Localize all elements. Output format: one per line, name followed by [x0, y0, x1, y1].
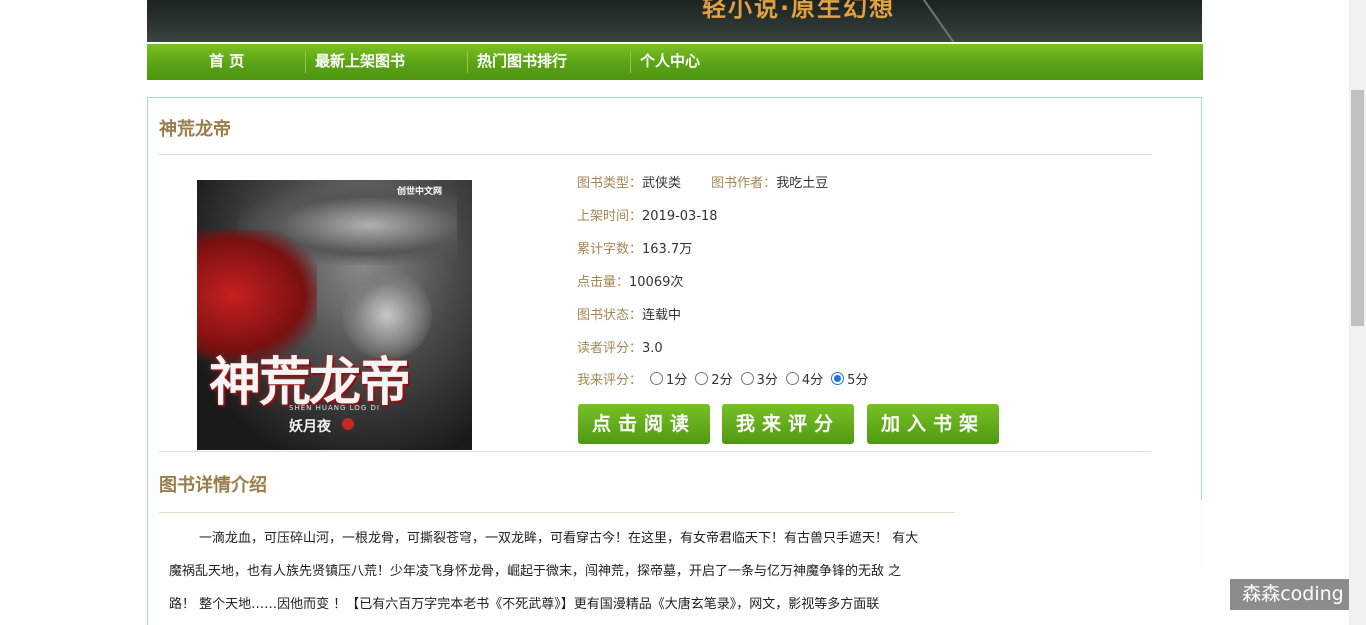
radio-icon[interactable] — [740, 372, 754, 385]
nav-divider — [630, 51, 631, 73]
rating-option-label: 5分 — [847, 373, 869, 388]
cover-author: 妖月夜 — [289, 419, 331, 435]
cover-publisher-logo: 创世中文网 — [397, 187, 443, 197]
header-banner: 轻小说·原生幻想 — [147, 0, 1202, 42]
rating-option-2[interactable]: 2分 — [695, 369, 733, 388]
info-type-author: 图书类型：武侠类 图书作者：我吃土豆 — [577, 172, 828, 191]
description-line: 一滴龙血，可压碎山河，一根龙骨，可撕裂苍穹，一双龙眸，可看穿古今！在这里，有女帝… — [199, 531, 919, 546]
description-line: 路！ 整个天地……因他而变 ！【已有六百万字完本老书《不死武尊》】更有国漫精品《… — [169, 597, 880, 612]
nav-hot-books[interactable]: 热门图书排行 — [477, 44, 567, 80]
rating-option-label: 2分 — [711, 373, 733, 388]
rating-radio-group: 我来评分： 1分 2分 3分 4分 5分 — [577, 369, 868, 388]
nav-divider — [305, 51, 306, 73]
rating-option-4[interactable]: 4分 — [785, 369, 824, 388]
nav-new-books[interactable]: 最新上架图书 — [315, 44, 405, 80]
score-label: 读者评分： — [577, 341, 643, 356]
divider — [159, 154, 1151, 155]
score-value: 3.0 — [642, 341, 663, 356]
nav-divider — [467, 51, 468, 73]
rating-option-3[interactable]: 3分 — [740, 369, 778, 388]
author-label: 图书作者： — [711, 176, 777, 191]
info-clicks: 点击量：10069次 — [577, 271, 683, 290]
add-to-shelf-button[interactable]: 加入书架 — [867, 404, 999, 444]
cover-seal-icon — [342, 418, 354, 430]
rating-option-label: 3分 — [756, 373, 778, 388]
info-score: 读者评分：3.0 — [577, 337, 663, 356]
scrollbar-thumb[interactable] — [1351, 90, 1364, 326]
read-button[interactable]: 点击阅读 — [578, 404, 710, 444]
words-label: 累计字数： — [577, 242, 643, 257]
date-label: 上架时间： — [577, 209, 643, 224]
banner-decoration — [919, 0, 957, 42]
rating-option-label: 4分 — [801, 373, 824, 388]
type-value: 武侠类 — [642, 176, 682, 191]
type-label: 图书类型： — [577, 176, 643, 191]
book-cover-image: 创世中文网 神荒龙帝 SHEN HUANG LOG DI 妖月夜 — [197, 180, 472, 450]
radio-icon[interactable] — [650, 372, 664, 385]
rating-option-5[interactable]: 5分 — [831, 369, 868, 388]
radio-selected-icon[interactable] — [831, 372, 845, 385]
divider — [159, 512, 956, 513]
main-nav: 首 页 最新上架图书 热门图书排行 个人中心 — [147, 44, 1203, 80]
status-value: 连载中 — [642, 308, 682, 323]
author-value: 我吃土豆 — [776, 176, 829, 191]
divider — [159, 451, 1151, 452]
banner-title: 轻小说·原生幻想 — [702, 0, 896, 22]
info-status: 图书状态：连载中 — [577, 304, 681, 323]
info-words: 累计字数：163.7万 — [577, 238, 692, 257]
book-description: 一滴龙血，可压碎山河，一根龙骨，可撕裂苍穹，一双龙眸，可看穿古今！在这里，有女帝… — [169, 522, 939, 621]
rate-button[interactable]: 我来评分 — [722, 404, 854, 444]
date-value: 2019-03-18 — [642, 209, 718, 224]
description-line: 魔祸乱天地，也有人族先贤镇压八荒！少年凌飞身怀龙骨，崛起于微末，闯神荒，探帝墓，… — [169, 564, 902, 579]
my-score-label: 我来评分： — [577, 373, 643, 388]
watermark-text: 森森coding — [1230, 579, 1356, 610]
words-value: 163.7万 — [642, 242, 693, 257]
nav-home[interactable]: 首 页 — [209, 44, 244, 80]
detail-heading: 图书详情介绍 — [159, 475, 267, 496]
rating-option-1[interactable]: 1分 — [650, 369, 687, 388]
radio-icon[interactable] — [785, 372, 799, 385]
book-title: 神荒龙帝 — [159, 119, 231, 140]
clicks-label: 点击量： — [577, 275, 630, 290]
overlay-fade — [955, 500, 1215, 625]
radio-icon[interactable] — [695, 372, 709, 385]
cover-pinyin: SHEN HUANG LOG DI — [289, 404, 380, 412]
clicks-value: 10069次 — [629, 275, 684, 290]
nav-user-center[interactable]: 个人中心 — [640, 44, 700, 80]
info-date: 上架时间：2019-03-18 — [577, 205, 718, 224]
rating-option-label: 1分 — [666, 373, 688, 388]
status-label: 图书状态： — [577, 308, 643, 323]
